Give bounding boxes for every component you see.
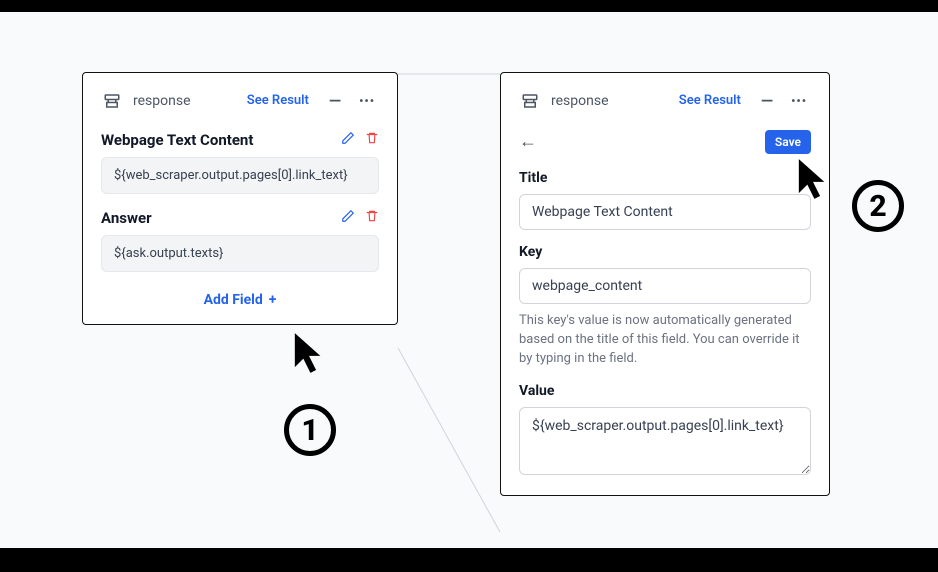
save-button[interactable]: Save bbox=[765, 130, 811, 154]
more-menu-button[interactable]: ••• bbox=[787, 93, 811, 109]
panel-title: response bbox=[133, 93, 231, 109]
title-input[interactable] bbox=[519, 194, 811, 230]
edit-icon[interactable] bbox=[341, 130, 355, 149]
field-block: Answer ${ask.output.texts} bbox=[101, 208, 379, 272]
field-value[interactable]: ${web_scraper.output.pages[0].link_text} bbox=[101, 157, 379, 194]
panel-header: response See Result — ••• bbox=[519, 89, 811, 112]
cursor-icon bbox=[292, 330, 326, 376]
field-header: Webpage Text Content bbox=[101, 130, 379, 149]
output-icon bbox=[101, 90, 123, 112]
see-result-link[interactable]: See Result bbox=[673, 89, 747, 112]
delete-icon[interactable] bbox=[365, 130, 379, 149]
plus-icon: + bbox=[269, 292, 277, 308]
step-badge-2: 2 bbox=[852, 180, 904, 232]
panel-title: response bbox=[551, 93, 663, 109]
key-input[interactable] bbox=[519, 268, 811, 304]
collapse-button[interactable]: — bbox=[757, 91, 777, 111]
field-editor-panel: response See Result — ••• ← Save Title K… bbox=[500, 72, 830, 496]
field-title: Answer bbox=[101, 209, 152, 227]
field-header: Answer bbox=[101, 208, 379, 227]
add-field-button[interactable]: Add Field + bbox=[101, 286, 379, 308]
key-help-text: This key's value is now automatically ge… bbox=[519, 312, 811, 369]
value-label: Value bbox=[519, 383, 811, 399]
step-badge-1: 1 bbox=[284, 404, 336, 456]
edit-icon[interactable] bbox=[341, 208, 355, 227]
add-field-label: Add Field bbox=[204, 292, 263, 308]
field-value[interactable]: ${ask.output.texts} bbox=[101, 235, 379, 272]
collapse-button[interactable]: — bbox=[325, 91, 345, 111]
title-label: Title bbox=[519, 170, 811, 186]
output-icon bbox=[519, 90, 541, 112]
field-block: Webpage Text Content ${web_scraper.outpu… bbox=[101, 130, 379, 194]
field-title: Webpage Text Content bbox=[101, 131, 253, 149]
more-menu-button[interactable]: ••• bbox=[355, 93, 379, 109]
key-label: Key bbox=[519, 244, 811, 260]
see-result-link[interactable]: See Result bbox=[241, 89, 315, 112]
response-panel: response See Result — ••• Webpage Text C… bbox=[82, 72, 398, 325]
panel-header: response See Result — ••• bbox=[101, 89, 379, 112]
delete-icon[interactable] bbox=[365, 208, 379, 227]
editor-canvas: response See Result — ••• Webpage Text C… bbox=[0, 12, 938, 548]
back-button[interactable]: ← bbox=[519, 133, 537, 151]
editor-toolbar: ← Save bbox=[519, 130, 811, 154]
value-textarea[interactable] bbox=[519, 407, 811, 475]
